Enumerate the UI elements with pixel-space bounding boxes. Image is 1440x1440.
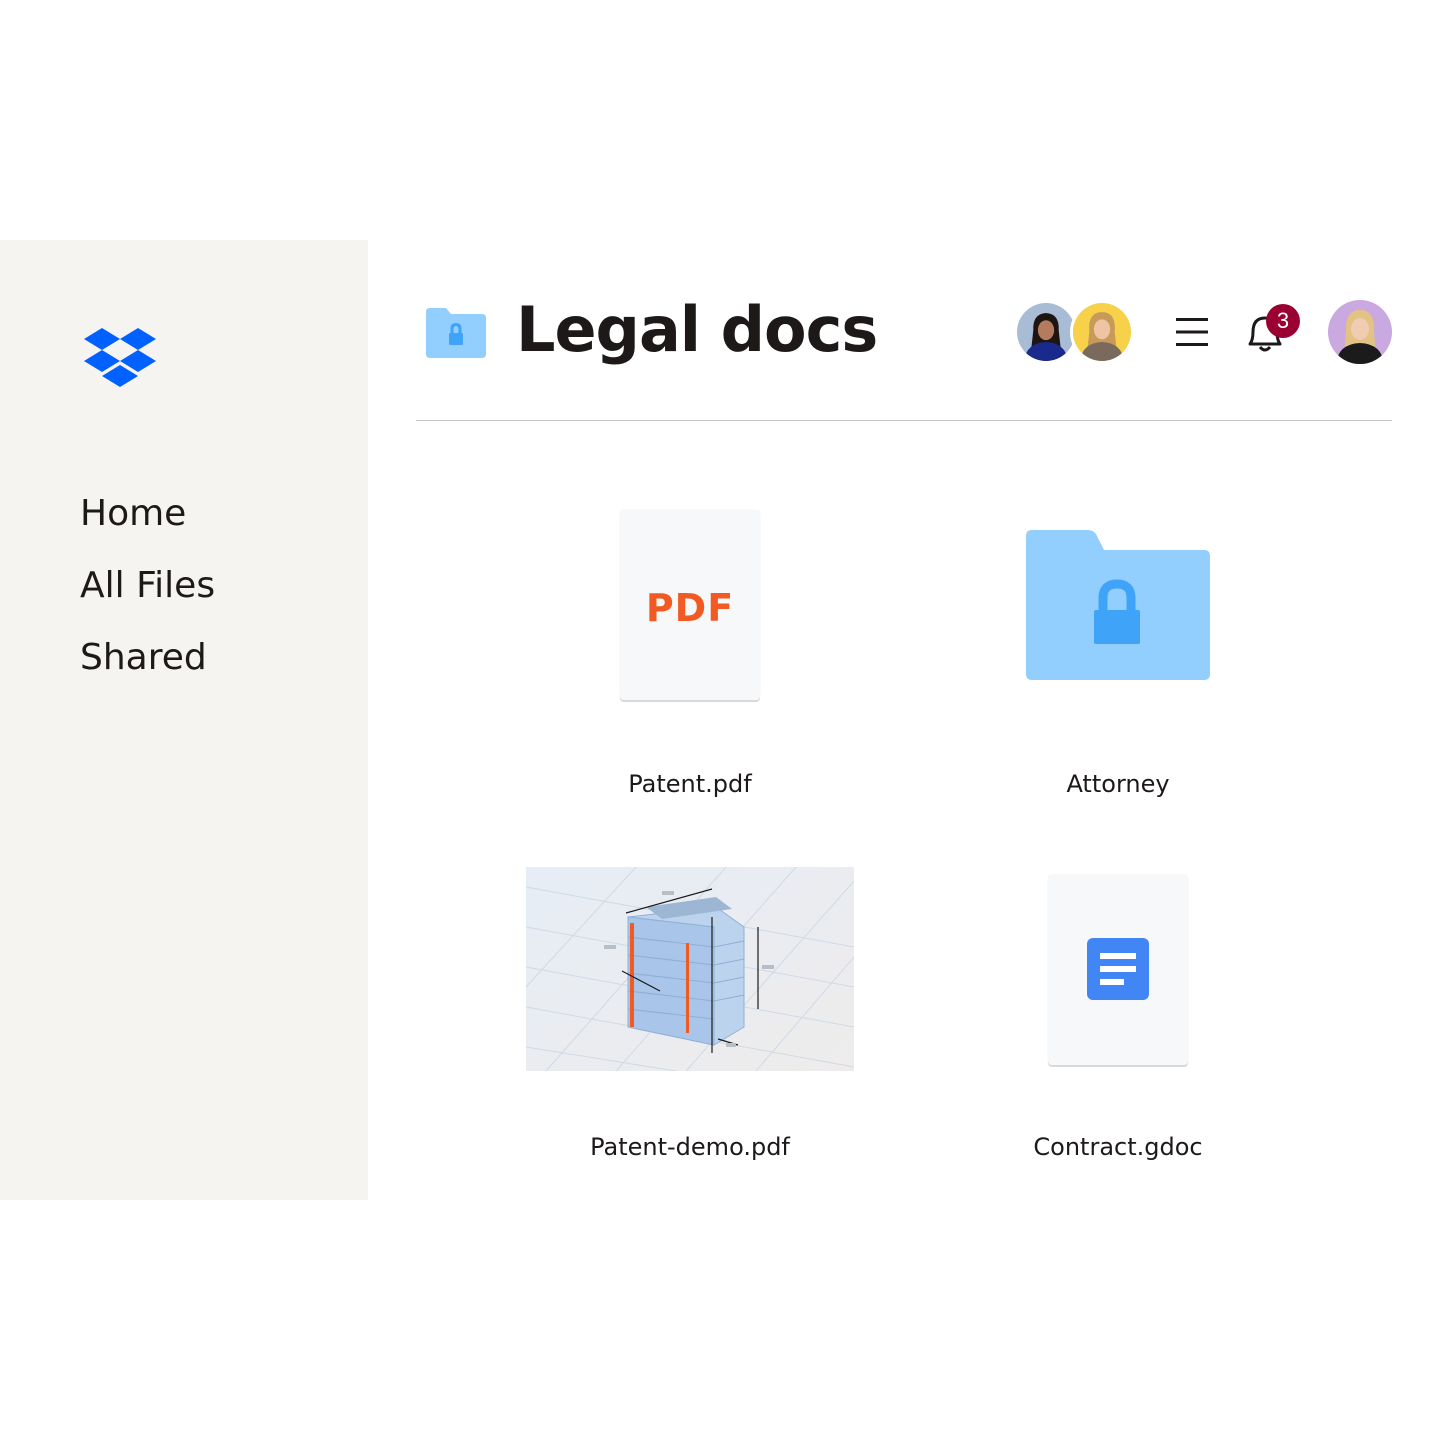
file-name: Attorney (1066, 770, 1170, 798)
hamburger-menu-icon[interactable] (1176, 316, 1208, 348)
file-tile-attorney[interactable]: Attorney (948, 510, 1288, 810)
file-tile-contract-gdoc[interactable]: Contract.gdoc (948, 875, 1288, 1175)
google-doc-file-icon (1048, 875, 1188, 1065)
pdf-file-icon: PDF (620, 510, 760, 700)
sidebar-nav: Home All Files Shared (80, 478, 215, 694)
file-name: Patent.pdf (628, 770, 752, 798)
sidebar-item-home[interactable]: Home (80, 478, 215, 550)
sidebar: Home All Files Shared (0, 240, 368, 1200)
pdf-label: PDF (645, 586, 735, 630)
header-divider (416, 420, 1392, 421)
app-window: Home All Files Shared Legal docs 3 PDF P… (0, 240, 1440, 1200)
dropbox-logo-icon[interactable] (84, 328, 156, 390)
file-tile-patent-demo-pdf[interactable]: Patent-demo.pdf (520, 867, 860, 1177)
file-name: Contract.gdoc (1033, 1133, 1203, 1161)
file-tile-patent-pdf[interactable]: PDF Patent.pdf (520, 510, 860, 810)
avatar-collaborator-1[interactable] (1014, 300, 1078, 364)
file-name: Patent-demo.pdf (590, 1133, 790, 1161)
locked-folder-icon (426, 308, 486, 358)
page-title: Legal docs (516, 293, 878, 366)
avatar-collaborator-2[interactable] (1070, 300, 1134, 364)
google-docs-icon (1087, 938, 1149, 1000)
sidebar-item-shared[interactable]: Shared (80, 622, 215, 694)
main-content: Legal docs 3 PDF Patent.pdf Attorney Pat… (368, 240, 1440, 1200)
file-thumbnail (526, 867, 854, 1071)
avatar-current-user[interactable] (1328, 300, 1392, 364)
sidebar-item-all-files[interactable]: All Files (80, 550, 215, 622)
locked-folder-icon (1026, 530, 1210, 680)
building-blueprint-image (526, 867, 854, 1071)
notification-badge: 3 (1266, 304, 1300, 338)
